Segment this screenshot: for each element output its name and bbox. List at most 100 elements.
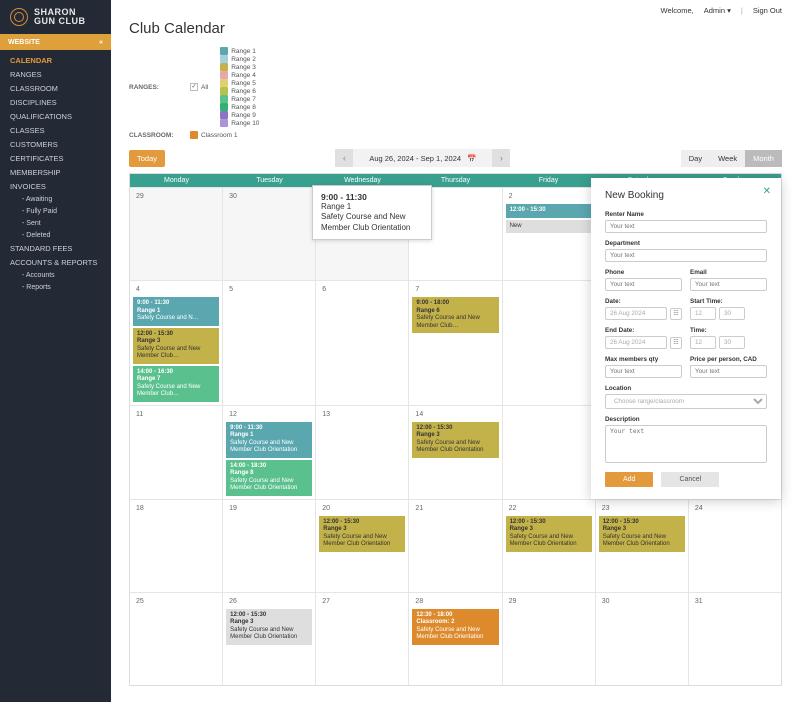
nav-customers[interactable]: CUSTOMERS: [10, 140, 101, 149]
view-week[interactable]: Week: [710, 150, 745, 167]
renter-name-input[interactable]: [605, 220, 767, 233]
calendar-event[interactable]: 12:00 - 15:30Range 3Safety Course and Ne…: [506, 516, 592, 552]
start-min-input[interactable]: [719, 307, 745, 320]
filter-classroom[interactable]: Classroom 1: [190, 131, 237, 139]
nav-accounts-reports[interactable]: ACCOUNTS & REPORTS: [10, 258, 101, 267]
filter-range[interactable]: Range 3: [220, 63, 259, 71]
day-cell[interactable]: 27: [316, 593, 409, 685]
view-month[interactable]: Month: [745, 150, 782, 167]
date-input[interactable]: [605, 307, 667, 320]
start-hour-input[interactable]: [690, 307, 716, 320]
filter-range[interactable]: Range 5: [220, 79, 259, 87]
filter-range[interactable]: Range 9: [220, 111, 259, 119]
nav-classroom[interactable]: CLASSROOM: [10, 84, 101, 93]
nav-classes[interactable]: CLASSES: [10, 126, 101, 135]
day-cell[interactable]: 11: [130, 406, 223, 499]
filter-range[interactable]: Range 10: [220, 119, 259, 127]
filter-range[interactable]: Range 6: [220, 87, 259, 95]
calendar-event[interactable]: 14:00 - 18:30Range 8Safety Course and Ne…: [226, 460, 312, 496]
day-cell[interactable]: 6: [316, 281, 409, 405]
calendar-event[interactable]: 12:00 - 15:30Range 3Safety Course and Ne…: [599, 516, 685, 552]
day-cell[interactable]: 24: [689, 500, 781, 592]
day-cell[interactable]: 29: [130, 188, 223, 280]
view-day[interactable]: Day: [681, 150, 710, 167]
day-cell[interactable]: 2612:00 - 15:30Range 3Safety Course and …: [223, 593, 316, 685]
email-input[interactable]: [690, 278, 767, 291]
day-cell[interactable]: 30: [223, 188, 316, 280]
signout-link[interactable]: Sign Out: [753, 6, 782, 15]
calendar-icon[interactable]: ☷: [670, 337, 682, 349]
day-cell[interactable]: 18: [130, 500, 223, 592]
day-cell[interactable]: 25: [130, 593, 223, 685]
calendar-event[interactable]: New: [506, 220, 592, 234]
next-button[interactable]: ›: [492, 149, 510, 167]
description-input[interactable]: [605, 425, 767, 463]
nav-sub[interactable]: - Fully Paid: [10, 208, 101, 215]
day-cell[interactable]: 129:00 - 11:30Range 1Safety Course and N…: [223, 406, 316, 499]
filter-range[interactable]: Range 8: [220, 103, 259, 111]
day-cell[interactable]: 1412:00 - 15:30Range 3Safety Course and …: [409, 406, 502, 499]
prev-button[interactable]: ‹: [335, 149, 353, 167]
day-cell[interactable]: 49:00 - 11:30Range 1Safety Course and N……: [130, 281, 223, 405]
add-button[interactable]: Add: [605, 472, 653, 487]
calendar-event[interactable]: 9:00 - 11:30Range 1Safety Course and N…: [133, 297, 219, 326]
sidebar-collapse[interactable]: WEBSITE «: [0, 34, 111, 50]
nav-sub[interactable]: - Reports: [10, 284, 101, 291]
location-select[interactable]: Choose range/classroom: [605, 394, 767, 409]
calendar-event[interactable]: 12:30 - 18:00Classroom: 2Safety Course a…: [412, 609, 498, 645]
nav-disciplines[interactable]: DISCIPLINES: [10, 98, 101, 107]
nav-ranges[interactable]: RANGES: [10, 70, 101, 79]
calendar-event[interactable]: 12:00 - 15:30Range 3Safety Course and Ne…: [133, 328, 219, 364]
day-cell[interactable]: 5: [223, 281, 316, 405]
calendar-event[interactable]: 9:00 - 18:00Range 6Safety Course and New…: [412, 297, 498, 333]
filter-range[interactable]: Range 2: [220, 55, 259, 63]
nav-standard-fees[interactable]: STANDARD FEES: [10, 244, 101, 253]
filter-range[interactable]: Range 4: [220, 71, 259, 79]
calendar-event[interactable]: 12:00 - 15:30Range 3Safety Course and Ne…: [319, 516, 405, 552]
nav-calendar[interactable]: CALENDAR: [10, 56, 101, 65]
day-cell[interactable]: 30: [596, 593, 689, 685]
nav-membership[interactable]: MEMBERSHIP: [10, 168, 101, 177]
calendar-event[interactable]: 12:00 - 15:30Range 3Safety Course and Ne…: [226, 609, 312, 645]
nav-invoices[interactable]: INVOICES: [10, 182, 101, 191]
nav-sub[interactable]: - Sent: [10, 220, 101, 227]
day-cell[interactable]: 29: [503, 593, 596, 685]
day-cell[interactable]: [503, 406, 596, 499]
date-range-label[interactable]: Aug 26, 2024 - Sep 1, 2024 📅: [353, 149, 492, 167]
end-hour-input[interactable]: [690, 336, 716, 349]
day-cell[interactable]: 212:00 - 15:30New: [503, 188, 596, 280]
day-cell[interactable]: 21: [409, 500, 502, 592]
calendar-event[interactable]: 14:00 - 16:30Range 7Safety Course and Ne…: [133, 366, 219, 402]
user-menu[interactable]: Admin ▾: [704, 6, 731, 15]
calendar-event[interactable]: 12:00 - 15:30Range 3Safety Course and Ne…: [412, 422, 498, 458]
day-cell[interactable]: [503, 281, 596, 405]
department-input[interactable]: [605, 249, 767, 262]
cancel-button[interactable]: Cancel: [661, 472, 719, 487]
nav-sub[interactable]: - Accounts: [10, 272, 101, 279]
nav-qualifications[interactable]: QUALIFICATIONS: [10, 112, 101, 121]
price-input[interactable]: [690, 365, 767, 378]
day-cell[interactable]: 2312:00 - 15:30Range 3Safety Course and …: [596, 500, 689, 592]
filter-all[interactable]: ✓All: [190, 83, 208, 91]
day-cell[interactable]: 2012:00 - 15:30Range 3Safety Course and …: [316, 500, 409, 592]
day-cell[interactable]: 2812:30 - 18:00Classroom: 2Safety Course…: [409, 593, 502, 685]
day-cell[interactable]: 19: [223, 500, 316, 592]
day-cell[interactable]: 79:00 - 18:00Range 6Safety Course and Ne…: [409, 281, 502, 405]
end-min-input[interactable]: [719, 336, 745, 349]
day-cell[interactable]: 2212:00 - 15:30Range 3Safety Course and …: [503, 500, 596, 592]
nav-sub[interactable]: - Awaiting: [10, 196, 101, 203]
filter-range[interactable]: Range 7: [220, 95, 259, 103]
day-cell[interactable]: 31: [689, 593, 781, 685]
calendar-event[interactable]: 9:00 - 11:30Range 1Safety Course and New…: [226, 422, 312, 458]
nav-certificates[interactable]: CERTIFICATES: [10, 154, 101, 163]
end-date-input[interactable]: [605, 336, 667, 349]
close-icon[interactable]: ✕: [763, 186, 771, 197]
calendar-icon[interactable]: ☷: [670, 308, 682, 320]
filter-range[interactable]: Range 1: [220, 47, 259, 55]
phone-input[interactable]: [605, 278, 682, 291]
max-members-input[interactable]: [605, 365, 682, 378]
calendar-event[interactable]: 12:00 - 15:30: [506, 204, 592, 218]
day-cell[interactable]: 13: [316, 406, 409, 499]
nav-sub[interactable]: - Deleted: [10, 232, 101, 239]
today-button[interactable]: Today: [129, 150, 165, 167]
